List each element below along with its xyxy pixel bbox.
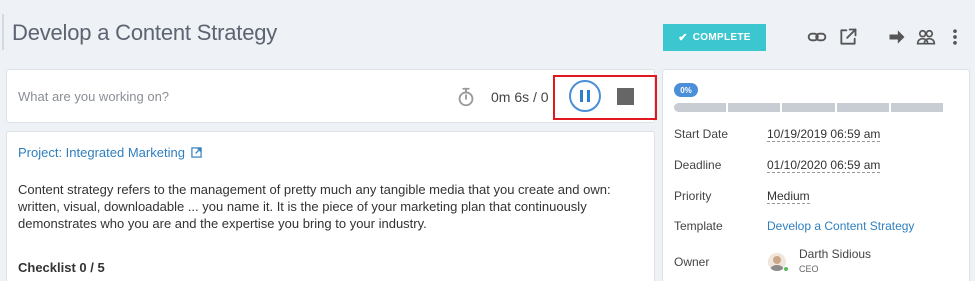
template-row: Template Develop a Content Strategy [674, 217, 914, 235]
owner-name[interactable]: Darth Sidious [799, 247, 871, 261]
pause-icon-bar-left [580, 90, 583, 102]
field-label: Template [674, 219, 723, 233]
stop-button[interactable] [617, 88, 634, 105]
title-divider [2, 14, 4, 50]
field-label: Deadline [674, 158, 722, 172]
project-link-label: Project: Integrated Marketing [18, 145, 185, 160]
progress-bar [674, 103, 944, 112]
page-title: Develop a Content Strategy [12, 20, 278, 45]
link-icon[interactable] [806, 26, 828, 48]
priority-row: Priority Medium [674, 187, 810, 205]
complete-button-label: COMPLETE [692, 32, 751, 43]
task-description: Content strategy refers to the managemen… [18, 182, 611, 231]
pause-button[interactable] [569, 80, 601, 112]
online-status-dot [783, 266, 789, 272]
external-link-icon [191, 147, 202, 158]
owner-row: Owner [674, 253, 767, 271]
field-label: Owner [674, 255, 710, 269]
check-icon: ✔ [678, 32, 688, 44]
deadline-value[interactable]: 01/10/2020 06:59 am [767, 158, 881, 173]
start-date-value[interactable]: 10/19/2019 06:59 am [767, 127, 881, 142]
description-panel: Project: Integrated Marketing Content st… [6, 131, 655, 281]
owner-role: CEO [799, 264, 819, 274]
forward-arrow-icon[interactable] [886, 26, 908, 48]
deadline-row: Deadline 01/10/2020 06:59 am [674, 156, 881, 174]
more-vertical-icon[interactable] [948, 26, 962, 48]
users-icon[interactable] [915, 26, 937, 48]
progress-badge: 0% [674, 83, 698, 97]
pause-icon-bar-right [587, 90, 590, 102]
work-description-input[interactable] [18, 89, 318, 104]
complete-button[interactable]: ✔ COMPLETE [663, 24, 766, 51]
timer-value: 0m 6s / 0 [491, 89, 549, 105]
template-link[interactable]: Develop a Content Strategy [767, 219, 914, 233]
open-external-icon[interactable] [837, 26, 859, 48]
field-label: Start Date [674, 127, 729, 141]
stopwatch-icon [455, 86, 477, 108]
details-panel: 0% Start Date 10/19/2019 06:59 am Deadli… [662, 69, 970, 281]
checklist-title: Checklist 0 / 5 [18, 260, 105, 275]
field-label: Priority [674, 189, 712, 203]
project-link[interactable]: Project: Integrated Marketing [18, 145, 202, 160]
priority-value[interactable]: Medium [767, 189, 810, 204]
start-date-row: Start Date 10/19/2019 06:59 am [674, 125, 881, 143]
